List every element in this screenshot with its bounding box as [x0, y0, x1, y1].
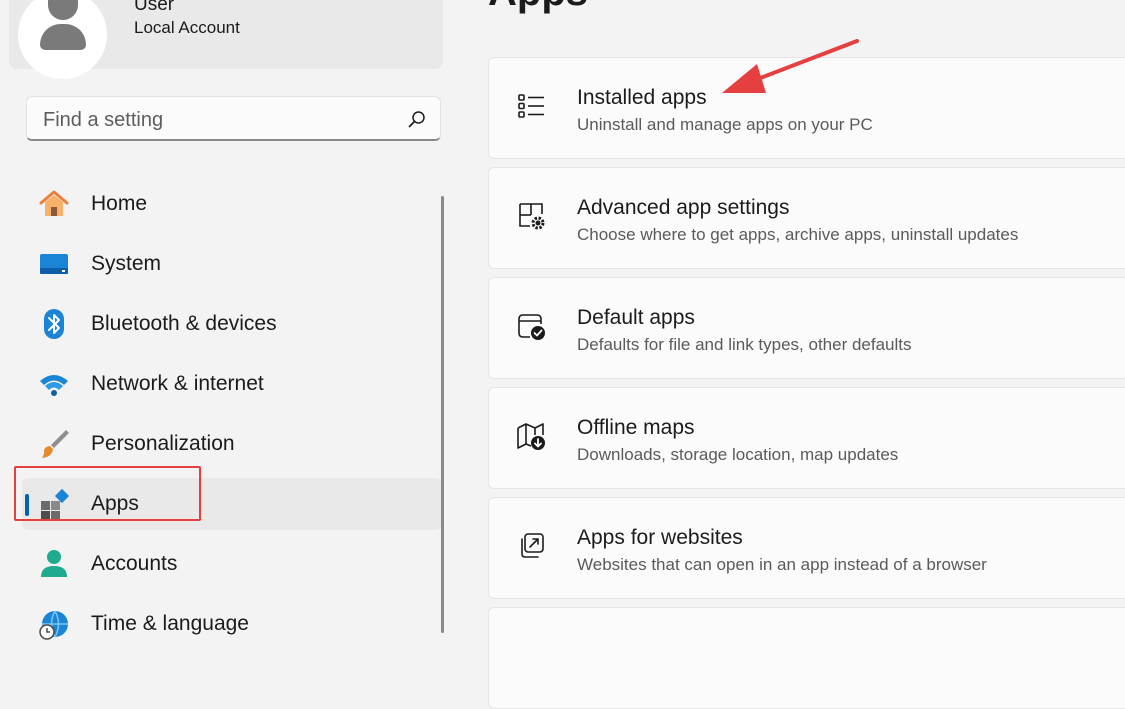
account-type: Local Account: [134, 18, 240, 37]
card-title: Advanced app settings: [577, 196, 790, 219]
card-title: Installed apps: [577, 86, 707, 109]
system-icon: [40, 254, 68, 274]
offline-maps-card[interactable]: Offline maps Downloads, storage location…: [488, 387, 1125, 489]
app-settings-icon: [519, 203, 545, 230]
search-input[interactable]: [41, 106, 395, 134]
sidebar-item-time-language[interactable]: Time & language: [22, 598, 442, 650]
sidebar-item-system[interactable]: System: [22, 238, 442, 290]
offline-map-icon: [517, 423, 545, 450]
paintbrush-icon: [42, 430, 69, 458]
card-subtitle: Downloads, storage location, map updates: [577, 445, 899, 464]
sidebar-scrollbar[interactable]: [441, 196, 444, 633]
search-icon[interactable]: [408, 110, 426, 128]
card-subtitle: Uninstall and manage apps on your PC: [577, 115, 873, 134]
default-apps-icon: [518, 314, 545, 340]
list-icon: [518, 94, 544, 118]
sidebar-item-label: System: [91, 252, 162, 275]
card-subtitle: Defaults for file and link types, other …: [577, 335, 912, 354]
home-icon: [39, 190, 69, 216]
account-name: User: [134, 0, 175, 15]
sidebar-item-label: Bluetooth & devices: [91, 312, 277, 335]
sidebar-item-label: Accounts: [91, 552, 178, 575]
annotation-highlight-box: [14, 466, 201, 521]
advanced-app-settings-card[interactable]: Advanced app settings Choose where to ge…: [488, 167, 1125, 269]
sidebar-item-personalization[interactable]: Personalization: [22, 418, 442, 470]
default-apps-card[interactable]: Default apps Defaults for file and link …: [488, 277, 1125, 379]
card-title: Offline maps: [577, 416, 695, 439]
sidebar-item-label: Time & language: [91, 612, 249, 635]
apps-for-websites-card[interactable]: Apps for websites Websites that can open…: [488, 497, 1125, 599]
sidebar-item-home[interactable]: Home: [22, 178, 442, 230]
more-card[interactable]: [488, 607, 1125, 709]
sidebar-item-label: Personalization: [91, 432, 235, 455]
card-title: Default apps: [577, 306, 695, 329]
sidebar-item-label: Home: [91, 192, 148, 215]
sidebar-item-accounts[interactable]: Accounts: [22, 538, 442, 590]
sidebar-item-bluetooth[interactable]: Bluetooth & devices: [22, 298, 442, 350]
bluetooth-icon: [44, 309, 64, 339]
page-title: Apps: [488, 0, 588, 14]
globe-clock-icon: [39, 610, 68, 640]
wifi-icon: [40, 375, 68, 396]
annotation-arrow: [722, 39, 859, 93]
accounts-icon: [41, 550, 67, 577]
card-subtitle: Websites that can open in an app instead…: [577, 555, 987, 574]
sidebar-item-network[interactable]: Network & internet: [22, 358, 442, 410]
card-title: Apps for websites: [577, 526, 743, 549]
sidebar-item-label: Network & internet: [91, 372, 264, 395]
search-box[interactable]: [26, 96, 441, 141]
open-external-icon: [521, 533, 544, 558]
card-subtitle: Choose where to get apps, archive apps, …: [577, 225, 1019, 244]
